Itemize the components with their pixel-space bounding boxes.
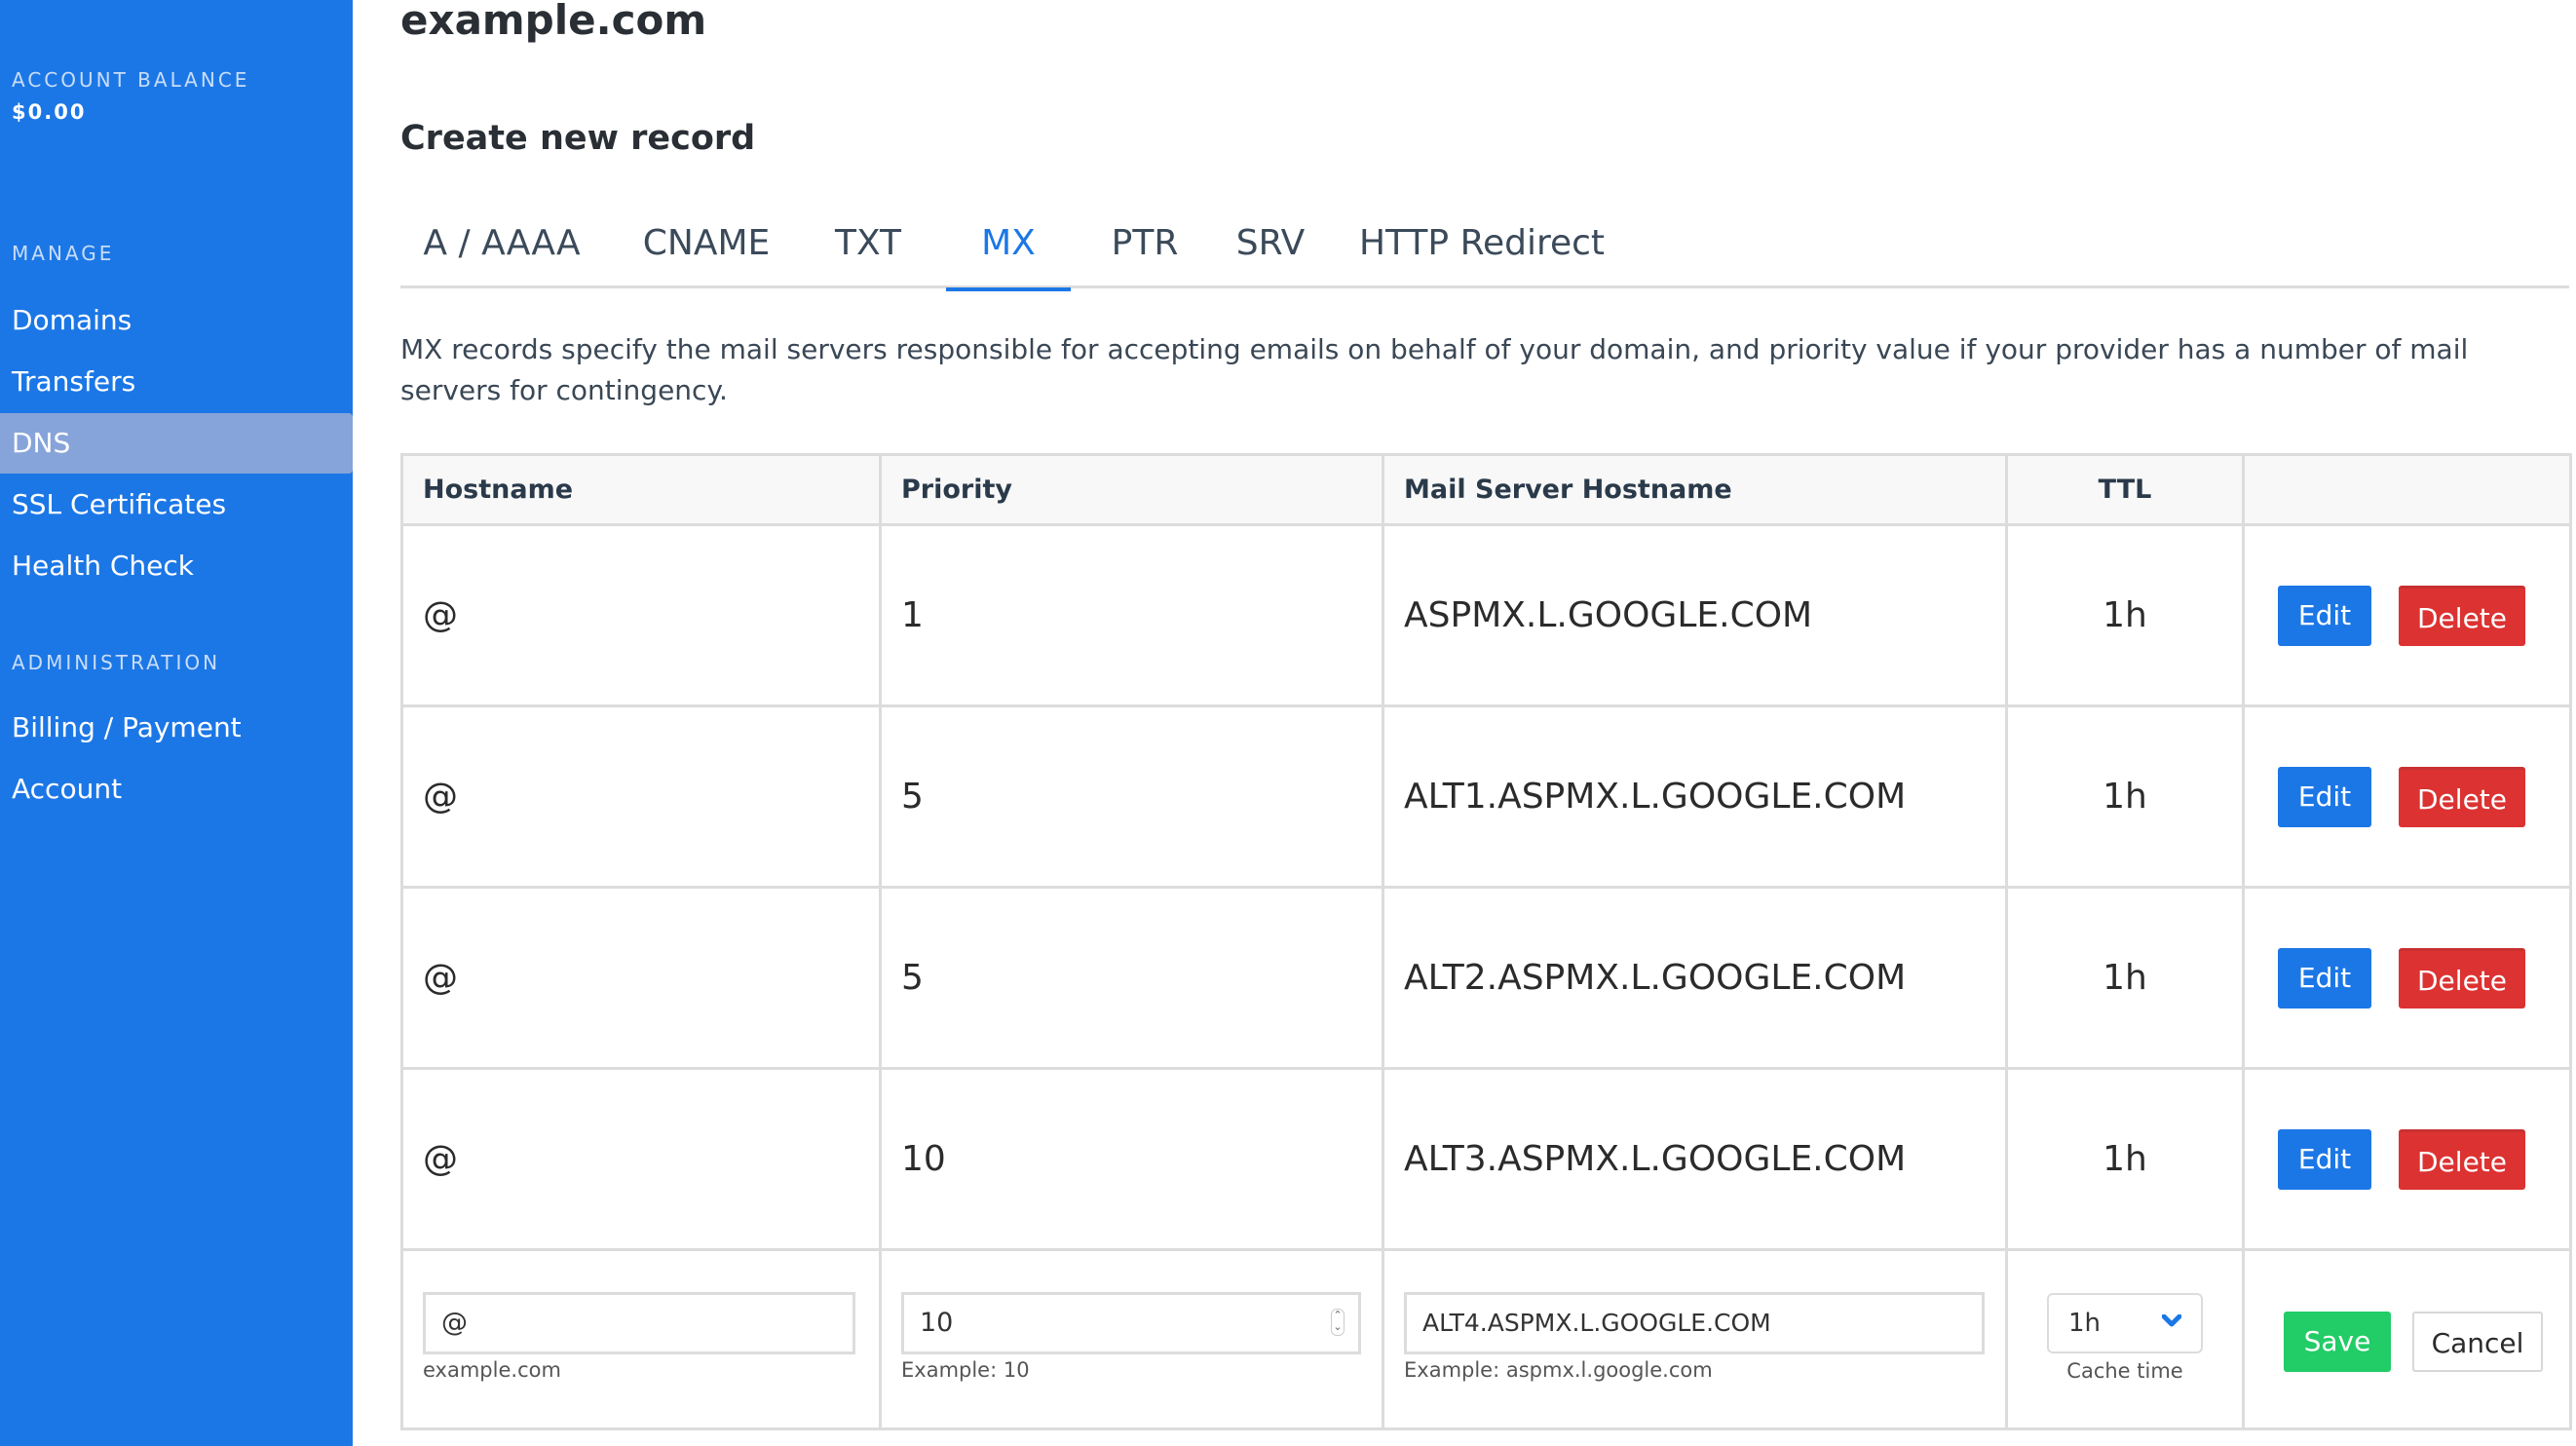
priority-field-cell: 10 ⌃ ⌄ Example: 10 <box>879 1248 1384 1430</box>
form-actions-cell: Save Cancel <box>2242 1248 2572 1430</box>
hostname-input[interactable]: @ <box>423 1292 855 1354</box>
sidebar-item-dns[interactable]: DNS <box>0 413 353 474</box>
cell-priority: 10 <box>879 1067 1384 1251</box>
cell-priority: 5 <box>879 886 1384 1070</box>
header-hostname: Hostname <box>400 453 882 526</box>
sidebar-item-ssl-certificates[interactable]: SSL Certificates <box>0 475 353 535</box>
cell-hostname: @ <box>400 523 882 707</box>
edit-button[interactable]: Edit <box>2278 947 2371 1008</box>
table-row: @ 5 ALT2.ASPMX.L.GOOGLE.COM 1h Edit Delet… <box>400 886 2572 1070</box>
account-balance-caption: ACCOUNT BALANCE <box>12 68 250 92</box>
sidebar-item-billing-payment[interactable]: Billing / Payment <box>0 698 353 758</box>
sidebar-item-domains[interactable]: Domains <box>0 290 353 351</box>
priority-input[interactable]: 10 ⌃ ⌄ <box>901 1292 1361 1354</box>
cell-mail-server: ASPMX.L.GOOGLE.COM <box>1382 523 2008 707</box>
tab-ptr[interactable]: PTR <box>1098 205 1192 288</box>
header-actions <box>2242 453 2572 526</box>
mail-server-input[interactable]: ALT4.ASPMX.L.GOOGLE.COM <box>1404 1292 1985 1354</box>
mx-records-table: Hostname Priority Mail Server Hostname T… <box>400 453 2572 1430</box>
chevron-down-icon <box>2162 1314 2181 1327</box>
cell-hostname: @ <box>400 704 882 889</box>
save-button[interactable]: Save <box>2284 1312 2391 1372</box>
table-row: @ 5 ALT1.ASPMX.L.GOOGLE.COM 1h Edit Delet… <box>400 704 2572 889</box>
priority-stepper-icon[interactable]: ⌃ ⌄ <box>1331 1309 1345 1336</box>
cancel-button[interactable]: Cancel <box>2412 1312 2543 1372</box>
cell-mail-server: ALT1.ASPMX.L.GOOGLE.COM <box>1382 704 2008 889</box>
page-title: example.com <box>400 0 707 44</box>
table-row: @ 10 ALT3.ASPMX.L.GOOGLE.COM 1h Edit Dele… <box>400 1067 2572 1251</box>
hostname-hint: example.com <box>423 1358 561 1382</box>
ttl-hint: Cache time <box>2066 1359 2183 1383</box>
header-priority: Priority <box>879 453 1384 526</box>
cell-mail-server: ALT2.ASPMX.L.GOOGLE.COM <box>1382 886 2008 1070</box>
cell-ttl: 1h <box>2005 1067 2245 1251</box>
table-header-row: Hostname Priority Mail Server Hostname T… <box>400 453 2572 526</box>
cell-hostname: @ <box>400 886 882 1070</box>
new-record-form-row: @ example.com 10 ⌃ ⌄ Example: 10 ALT4.ASP… <box>400 1248 2572 1430</box>
sidebar-item-account[interactable]: Account <box>0 759 353 819</box>
tab-mx[interactable]: MX <box>946 205 1071 291</box>
ttl-field-cell: 1h Cache time <box>2005 1248 2245 1430</box>
tab-http-redirect[interactable]: HTTP Redirect <box>1359 205 1605 288</box>
cell-ttl: 1h <box>2005 886 2245 1070</box>
header-mail-server-hostname: Mail Server Hostname <box>1382 453 2008 526</box>
ttl-select[interactable]: 1h <box>2047 1293 2203 1353</box>
tab-txt[interactable]: TXT <box>821 205 915 288</box>
mail-server-hint: Example: aspmx.l.google.com <box>1404 1358 1713 1382</box>
account-balance-value: $0.00 <box>12 100 87 124</box>
cell-actions: Edit Delete <box>2242 886 2572 1070</box>
mx-description: MX records specify the mail servers resp… <box>400 333 2469 406</box>
cell-actions: Edit Delete <box>2242 704 2572 889</box>
edit-button[interactable]: Edit <box>2278 1128 2371 1190</box>
tab-a-aaaa[interactable]: A / AAAA <box>420 205 584 288</box>
tab-cname[interactable]: CNAME <box>628 205 784 288</box>
sidebar-item-transfers[interactable]: Transfers <box>0 352 353 412</box>
administration-caption: ADMINISTRATION <box>12 651 221 674</box>
record-type-tabs: A / AAAA CNAME TXT MX PTR SRV HTTP Redir… <box>400 205 2569 291</box>
hostname-field-cell: @ example.com <box>400 1248 882 1430</box>
ttl-selected-value: 1h <box>2068 1309 2102 1338</box>
tab-srv[interactable]: SRV <box>1225 205 1316 288</box>
delete-button[interactable]: Delete <box>2399 947 2525 1008</box>
cell-ttl: 1h <box>2005 523 2245 707</box>
cell-actions: Edit Delete <box>2242 523 2572 707</box>
delete-button[interactable]: Delete <box>2399 766 2525 827</box>
header-ttl: TTL <box>2005 453 2245 526</box>
mail-server-field-cell: ALT4.ASPMX.L.GOOGLE.COM Example: aspmx.l… <box>1382 1248 2008 1430</box>
cell-ttl: 1h <box>2005 704 2245 889</box>
priority-value: 10 <box>920 1308 954 1338</box>
cell-actions: Edit Delete <box>2242 1067 2572 1251</box>
cell-hostname: @ <box>400 1067 882 1251</box>
section-title: Create new record <box>400 119 756 158</box>
edit-button[interactable]: Edit <box>2278 766 2371 827</box>
edit-button[interactable]: Edit <box>2278 585 2371 646</box>
delete-button[interactable]: Delete <box>2399 1128 2525 1190</box>
cell-priority: 5 <box>879 704 1384 889</box>
cell-priority: 1 <box>879 523 1384 707</box>
priority-hint: Example: 10 <box>901 1358 1030 1382</box>
sidebar-item-health-check[interactable]: Health Check <box>0 536 353 596</box>
table-row: @ 1 ASPMX.L.GOOGLE.COM 1h Edit Delete <box>400 523 2572 707</box>
delete-button[interactable]: Delete <box>2399 585 2525 646</box>
sidebar: ACCOUNT BALANCE $0.00 MANAGE Domains Tra… <box>0 0 353 1446</box>
cell-mail-server: ALT3.ASPMX.L.GOOGLE.COM <box>1382 1067 2008 1251</box>
manage-caption: MANAGE <box>12 242 115 265</box>
